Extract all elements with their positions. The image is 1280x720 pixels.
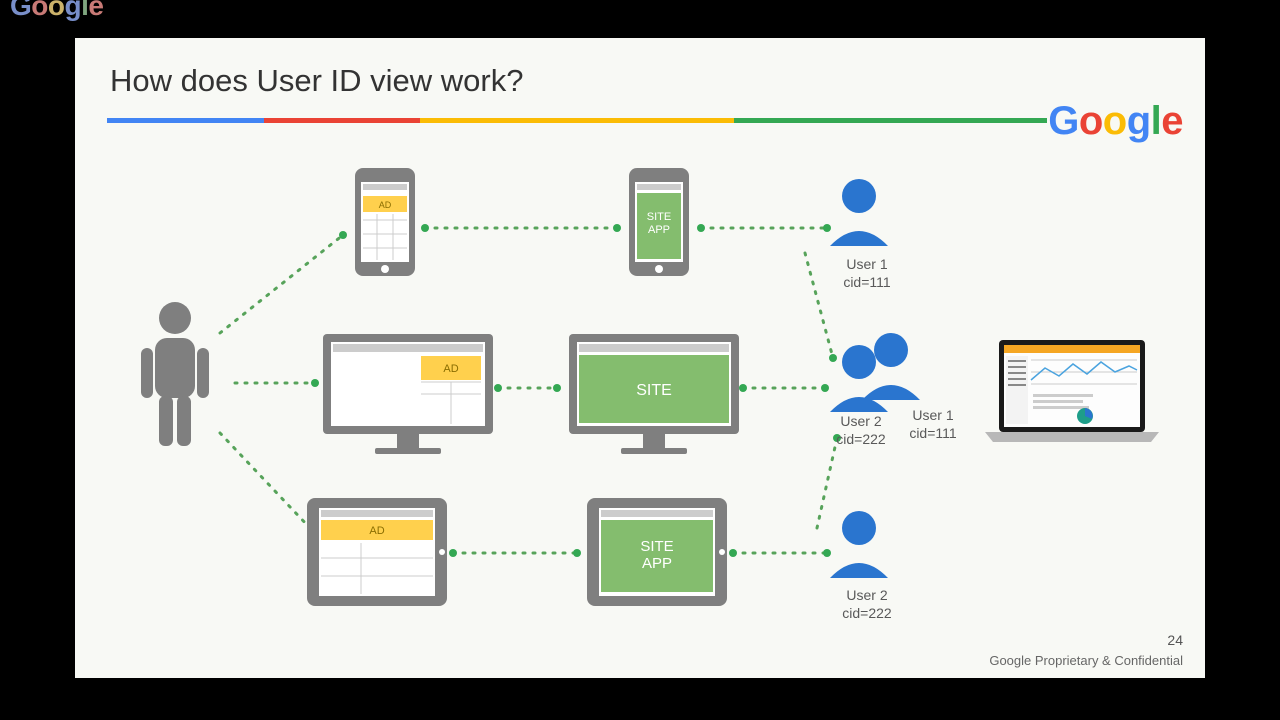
watermark-google-logo: Google xyxy=(10,0,103,22)
device-tablet-siteapp: SITE APP xyxy=(587,498,727,606)
user2-label: User 2cid=222 xyxy=(827,586,907,622)
footer-text: Google Proprietary & Confidential xyxy=(989,653,1183,668)
slide: How does User ID view work? Google xyxy=(75,38,1205,678)
user-pair-icon xyxy=(830,333,920,412)
device-phone-ad: AD xyxy=(355,168,415,276)
person-icon xyxy=(141,302,209,446)
device-phone-siteapp: SITE APP xyxy=(629,168,689,276)
user1-icon xyxy=(830,179,888,246)
label-site: SITE xyxy=(636,382,672,399)
label-ad: AD xyxy=(379,200,392,210)
label-ad: AD xyxy=(369,525,384,537)
user-pair-left-label: User 2cid=222 xyxy=(821,412,901,448)
svg-text:APP: APP xyxy=(648,224,670,236)
device-desktop-site: SITE xyxy=(569,334,739,454)
device-tablet-ad: AD xyxy=(307,498,447,606)
device-laptop-analytics xyxy=(985,340,1159,442)
diagram-canvas: AD SITE APP AD xyxy=(75,38,1205,678)
user2-icon xyxy=(830,511,888,578)
user1-label: User 1cid=111 xyxy=(827,255,907,291)
device-desktop-ad: AD xyxy=(323,334,493,454)
svg-text:SITE: SITE xyxy=(640,538,673,555)
svg-text:SITE: SITE xyxy=(647,211,671,223)
svg-text:APP: APP xyxy=(642,555,672,572)
page-number: 24 xyxy=(1167,632,1183,648)
user-pair-right-label: User 1cid=111 xyxy=(893,406,973,442)
label-ad: AD xyxy=(443,363,458,375)
